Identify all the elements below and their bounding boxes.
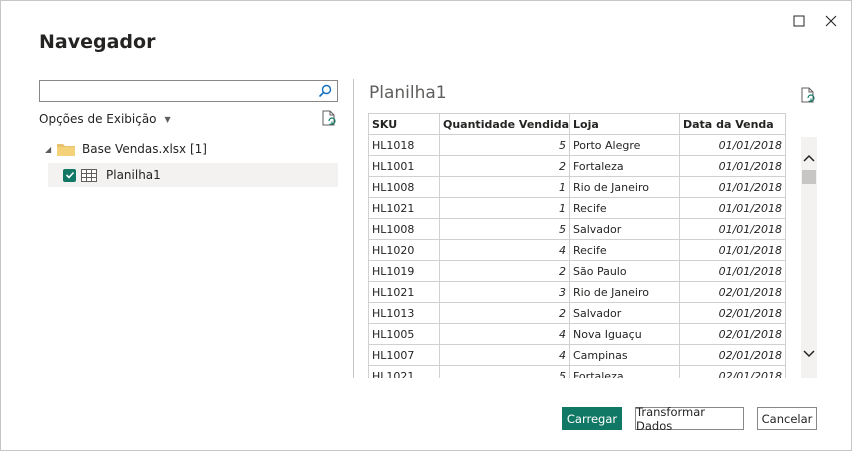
- cell-sku: HL1008: [368, 176, 440, 198]
- scroll-down-icon[interactable]: [802, 347, 816, 361]
- cell-sku: HL1019: [368, 260, 440, 282]
- cell-date: 01/01/2018: [679, 260, 786, 282]
- cell-store: Recife: [569, 197, 680, 219]
- table-row: HL1020 4 Recife 01/01/2018: [368, 239, 786, 261]
- cell-date: 01/01/2018: [679, 155, 786, 177]
- close-button[interactable]: [819, 9, 843, 33]
- column-header[interactable]: Loja: [569, 113, 680, 135]
- cell-sku: HL1013: [368, 302, 440, 324]
- search-input[interactable]: [40, 82, 310, 102]
- cell-quantity: 2: [439, 260, 570, 282]
- cell-quantity: 5: [439, 218, 570, 240]
- close-icon: [825, 15, 837, 27]
- transform-data-button[interactable]: Transformar Dados: [635, 405, 744, 433]
- cell-store: Nova Iguaçu: [569, 323, 680, 345]
- table-row: HL1021 3 Rio de Janeiro 02/01/2018: [368, 281, 786, 303]
- maximize-button[interactable]: [787, 9, 811, 33]
- table-header-row: SKU Quantidade Vendida Loja Data da Vend…: [368, 113, 786, 135]
- display-options-label: Opções de Exibição: [39, 112, 157, 126]
- table-row: HL1018 5 Porto Alegre 01/01/2018: [368, 134, 786, 156]
- column-header[interactable]: Data da Venda: [679, 113, 786, 135]
- caret-down-icon: ▼: [164, 114, 171, 124]
- cell-date: 01/01/2018: [679, 197, 786, 219]
- cell-date: 02/01/2018: [679, 365, 786, 378]
- cell-quantity: 3: [439, 281, 570, 303]
- column-header[interactable]: SKU: [368, 113, 440, 135]
- cell-quantity: 1: [439, 197, 570, 219]
- cell-store: Rio de Janeiro: [569, 176, 680, 198]
- panel-divider: [353, 79, 354, 378]
- cell-store: Salvador: [569, 302, 680, 324]
- table-row: HL1008 5 Salvador 01/01/2018: [368, 218, 786, 240]
- table-row: HL1013 2 Salvador 02/01/2018: [368, 302, 786, 324]
- refresh-icon[interactable]: [320, 110, 338, 128]
- cell-date: 01/01/2018: [679, 239, 786, 261]
- preview-table: SKU Quantidade Vendida Loja Data da Vend…: [368, 113, 786, 378]
- cell-date: 02/01/2018: [679, 281, 786, 303]
- cell-quantity: 2: [439, 155, 570, 177]
- collapse-icon[interactable]: ◢: [45, 145, 57, 154]
- folder-icon: [57, 144, 75, 156]
- cell-quantity: 4: [439, 239, 570, 261]
- refresh-icon[interactable]: [799, 87, 817, 105]
- cell-sku: HL1005: [368, 323, 440, 345]
- table-icon: [81, 168, 97, 182]
- cell-date: 01/01/2018: [679, 218, 786, 240]
- tree-item-file[interactable]: ◢ Base Vendas.xlsx [1]: [45, 140, 207, 158]
- cell-sku: HL1021: [368, 281, 440, 303]
- cell-sku: HL1001: [368, 155, 440, 177]
- cell-quantity: 4: [439, 323, 570, 345]
- cell-sku: HL1020: [368, 239, 440, 261]
- cell-quantity: 5: [439, 365, 570, 378]
- tree-item-planilha1[interactable]: Planilha1: [48, 163, 338, 187]
- preview-grid[interactable]: SKU Quantidade Vendida Loja Data da Vend…: [368, 113, 786, 378]
- table-row: HL1021 5 Fortaleza 02/01/2018: [368, 365, 786, 378]
- tree-file-label: Base Vendas.xlsx [1]: [82, 142, 207, 156]
- cell-quantity: 4: [439, 344, 570, 366]
- cell-store: Porto Alegre: [569, 134, 680, 156]
- search-icon[interactable]: [317, 83, 333, 99]
- column-header[interactable]: Quantidade Vendida: [439, 113, 570, 135]
- navigator-dialog: Navegador Opções de Exibição ▼ ◢ Base Ve…: [0, 0, 852, 451]
- maximize-icon: [793, 15, 805, 27]
- table-row: HL1007 4 Campinas 02/01/2018: [368, 344, 786, 366]
- cell-sku: HL1008: [368, 218, 440, 240]
- cell-date: 02/01/2018: [679, 302, 786, 324]
- table-row: HL1001 2 Fortaleza 01/01/2018: [368, 155, 786, 177]
- scrollbar-thumb[interactable]: [802, 170, 816, 184]
- vertical-scrollbar[interactable]: [801, 137, 817, 378]
- cell-store: Fortaleza: [569, 155, 680, 177]
- cell-quantity: 5: [439, 134, 570, 156]
- cell-sku: HL1018: [368, 134, 440, 156]
- table-row: HL1008 1 Rio de Janeiro 01/01/2018: [368, 176, 786, 198]
- cell-store: São Paulo: [569, 260, 680, 282]
- cell-date: 01/01/2018: [679, 134, 786, 156]
- load-button[interactable]: Carregar: [562, 407, 622, 430]
- table-row: HL1019 2 São Paulo 01/01/2018: [368, 260, 786, 282]
- table-row: HL1005 4 Nova Iguaçu 02/01/2018: [368, 323, 786, 345]
- cell-date: 02/01/2018: [679, 323, 786, 345]
- cancel-button[interactable]: Cancelar: [757, 407, 817, 430]
- cell-date: 02/01/2018: [679, 344, 786, 366]
- cell-store: Recife: [569, 239, 680, 261]
- preview-title: Planilha1: [369, 83, 447, 103]
- dialog-title: Navegador: [39, 31, 156, 53]
- checkbox-icon[interactable]: [63, 168, 76, 182]
- cell-quantity: 1: [439, 176, 570, 198]
- cell-date: 01/01/2018: [679, 176, 786, 198]
- cell-store: Rio de Janeiro: [569, 281, 680, 303]
- cell-store: Campinas: [569, 344, 680, 366]
- cell-sku: HL1021: [368, 197, 440, 219]
- scroll-up-icon[interactable]: [802, 151, 816, 165]
- search-field[interactable]: [39, 80, 338, 102]
- cell-quantity: 2: [439, 302, 570, 324]
- cell-sku: HL1007: [368, 344, 440, 366]
- tree-sheet-label: Planilha1: [106, 168, 161, 182]
- display-options-dropdown[interactable]: Opções de Exibição ▼: [39, 112, 171, 126]
- cell-store: Fortaleza: [569, 365, 680, 378]
- cell-store: Salvador: [569, 218, 680, 240]
- table-row: HL1021 1 Recife 01/01/2018: [368, 197, 786, 219]
- cell-sku: HL1021: [368, 365, 440, 378]
